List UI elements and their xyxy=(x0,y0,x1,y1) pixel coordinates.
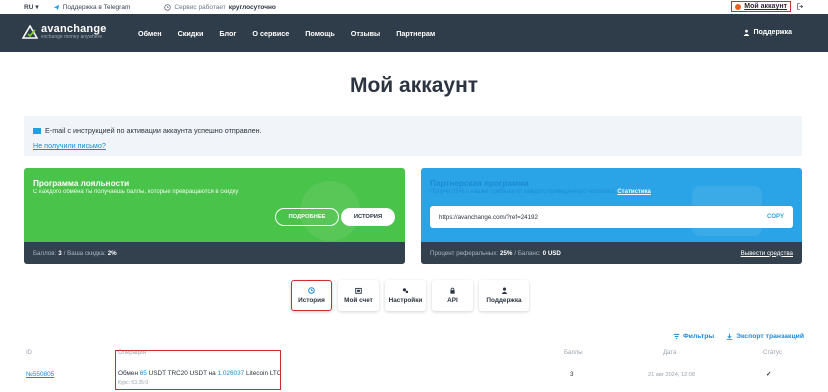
referral-percent-value: 25% xyxy=(500,249,513,257)
main-navigation: avanchange exchange money anywhere Обмен… xyxy=(0,14,828,52)
partner-card: Партнерская программа Получи 25% с нашей… xyxy=(421,168,802,264)
header-date: Дата xyxy=(663,350,677,356)
referral-link-value: https://avanchange.com/?ref=24192 xyxy=(439,213,538,221)
service-status-prefix: Сервис работает xyxy=(174,3,226,11)
service-status-value: круглосуточно xyxy=(228,3,276,11)
lock-icon xyxy=(450,287,455,294)
tab-support-label: Поддержка xyxy=(486,297,522,304)
copy-button[interactable]: COPY xyxy=(767,214,784,220)
filters-link[interactable]: Фильтры xyxy=(673,333,714,340)
gears-icon xyxy=(402,288,409,294)
my-account-link[interactable]: Мой аккаунт xyxy=(731,1,791,12)
clock-icon xyxy=(308,287,315,294)
export-link[interactable]: Экспорт транзакций xyxy=(726,333,804,340)
my-account-label: Мой аккаунт xyxy=(744,3,787,10)
filter-icon xyxy=(673,333,680,340)
tab-my-account[interactable]: Мой счет xyxy=(338,280,379,311)
logo-tagline: exchange money anywhere xyxy=(41,34,103,40)
header-points: Баллы xyxy=(564,350,583,356)
tab-settings-label: Настройки xyxy=(388,297,423,304)
nav-item-help[interactable]: Помощь xyxy=(305,29,335,38)
service-status: Сервис работает круглосуточно xyxy=(164,4,276,11)
loyalty-more-button[interactable]: ПОДРОБНЕЕ xyxy=(275,208,339,226)
operation-highlight xyxy=(115,350,281,390)
tab-history-label: История xyxy=(298,297,325,304)
row-date: 21 авг 2024, 12:08 xyxy=(648,372,696,378)
nav-item-partners[interactable]: Партнерам xyxy=(396,29,435,38)
clock-status-icon xyxy=(164,3,172,11)
nav-item-discounts[interactable]: Скидки xyxy=(178,29,204,38)
tab-history[interactable]: История xyxy=(291,280,332,311)
chevron-down-icon: ▾ xyxy=(35,4,39,11)
discount-label: / Ваша скидка: xyxy=(63,249,106,257)
points-value: 3 xyxy=(58,249,62,257)
transaction-id-link[interactable]: №550805 xyxy=(26,371,54,378)
telegram-support-link[interactable]: Поддержка в Telegram xyxy=(53,3,131,11)
partner-stats-link[interactable]: Статистика xyxy=(617,189,651,195)
support-person-icon xyxy=(744,29,750,36)
loyalty-title: Программа лояльности xyxy=(33,179,130,188)
withdraw-link[interactable]: Вывести средства xyxy=(741,250,793,257)
resend-email-link[interactable]: Не получили письмо? xyxy=(33,141,106,150)
account-area: Мой аккаунт xyxy=(731,1,804,12)
partner-footer: Процент реферальных: 25% / Баланс: 0 USD… xyxy=(421,242,802,264)
logout-icon[interactable] xyxy=(797,3,804,10)
filters-label: Фильтры xyxy=(682,333,715,340)
export-label: Экспорт транзакций xyxy=(736,333,804,340)
nav-item-about[interactable]: О сервисе xyxy=(252,29,289,38)
referral-link-field[interactable]: https://avanchange.com/?ref=24192 COPY xyxy=(430,206,793,228)
nav-menu: Обмен Скидки Блог О сервисе Помощь Отзыв… xyxy=(138,14,435,52)
support-label: Поддержка xyxy=(753,29,792,36)
wallet-icon xyxy=(355,287,362,294)
tab-my-account-label: Мой счет xyxy=(344,297,373,304)
balance-label: / Баланс: xyxy=(514,249,541,257)
telegram-label: Поддержка в Telegram xyxy=(62,3,131,11)
tab-api[interactable]: API xyxy=(432,280,473,311)
account-tabs: История Мой счет Настройки API Поддержка xyxy=(291,280,529,311)
logo-text: avanchange xyxy=(41,23,107,35)
discount-value: 2% xyxy=(107,249,117,257)
nav-item-blog[interactable]: Блог xyxy=(219,29,236,38)
activation-notice: E-mail с инструкцией по активации аккаун… xyxy=(24,116,802,156)
status-check-icon: ✓ xyxy=(766,371,772,378)
logo-mark-icon xyxy=(22,25,38,39)
tab-support[interactable]: Поддержка xyxy=(479,280,529,311)
tab-settings[interactable]: Настройки xyxy=(385,280,426,311)
support-link[interactable]: Поддержка xyxy=(743,29,792,36)
tab-api-label: API xyxy=(447,297,458,304)
language-selector[interactable]: RU ▾ xyxy=(24,3,39,12)
user-icon xyxy=(735,3,742,10)
page-title: Мой аккаунт xyxy=(349,74,479,97)
loyalty-description: С каждого обмена ты получаешь баллы, кот… xyxy=(33,189,239,195)
header-id: ID xyxy=(26,350,32,356)
partner-description-text: Получи 25% с нашей прибыли от каждого пр… xyxy=(430,189,616,195)
notice-message: E-mail с инструкцией по активации аккаун… xyxy=(45,126,262,135)
telegram-icon xyxy=(53,4,59,10)
nav-item-exchange[interactable]: Обмен xyxy=(138,29,162,38)
support-icon xyxy=(501,287,507,294)
top-bar: RU ▾ Поддержка в Telegram Сервис работае… xyxy=(0,0,828,14)
loyalty-history-button[interactable]: ИСТОРИЯ xyxy=(341,208,395,226)
site-logo[interactable]: avanchange exchange money anywhere xyxy=(22,24,107,40)
partner-description: Получи 25% с нашей прибыли от каждого пр… xyxy=(430,189,651,195)
nav-item-reviews[interactable]: Отзывы xyxy=(351,29,380,38)
referral-percent-label: Процент реферальных: xyxy=(430,249,499,257)
table-actions: Фильтры Экспорт транзакций xyxy=(673,333,804,340)
partner-title: Партнерская программа xyxy=(430,179,529,188)
row-points: 3 xyxy=(570,371,574,378)
language-label: RU xyxy=(24,3,34,11)
download-icon xyxy=(726,333,733,340)
mail-icon xyxy=(33,127,41,134)
header-status: Статус xyxy=(763,350,782,356)
loyalty-footer: Баллов: 3 / Ваша скидка: 2% xyxy=(24,242,405,264)
loyalty-card: Программа лояльности С каждого обмена ты… xyxy=(24,168,405,264)
balance-value: 0 USD xyxy=(542,249,561,257)
points-label: Баллов: xyxy=(33,249,57,257)
